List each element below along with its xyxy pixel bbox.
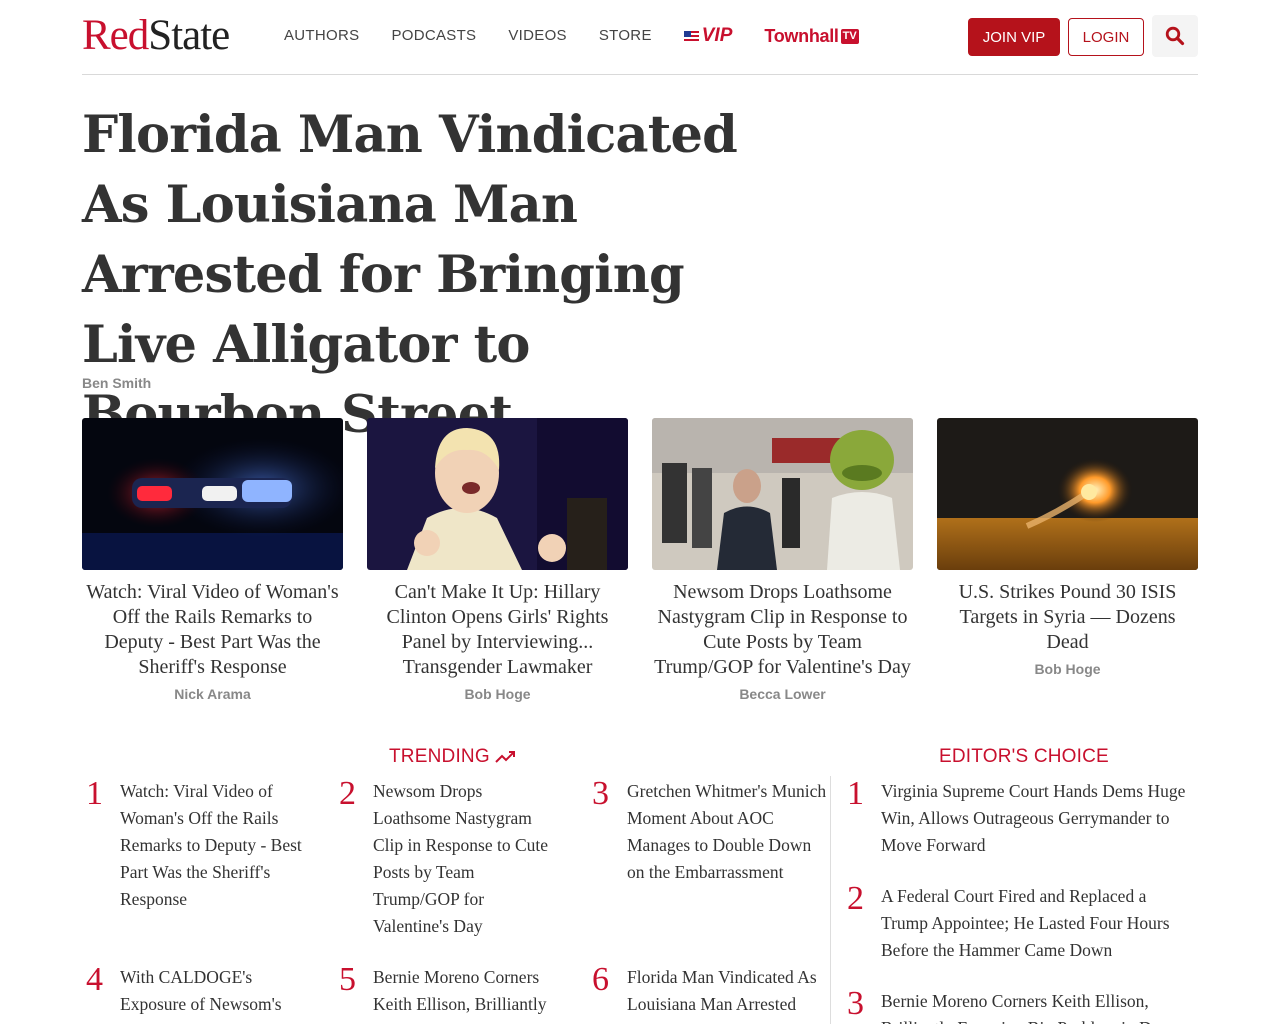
story-author[interactable]: Bob Hoge: [937, 661, 1198, 677]
story-author[interactable]: Becca Lower: [652, 686, 913, 702]
nav-store[interactable]: STORE: [599, 26, 652, 46]
tv-badge: TV: [840, 28, 859, 44]
editors-choice-link[interactable]: Virginia Supreme Court Hands Dems Huge W…: [881, 778, 1191, 859]
nav-vip[interactable]: VIP: [683, 25, 733, 46]
story-image-missile-launch[interactable]: [937, 418, 1198, 570]
vip-label: VIP: [701, 25, 733, 46]
join-vip-button[interactable]: JOIN VIP: [968, 18, 1060, 56]
trending-label: TRENDING: [389, 746, 490, 767]
trending-up-icon: [495, 751, 515, 763]
nav-videos[interactable]: VIDEOS: [508, 26, 566, 46]
story-card[interactable]: Newsom Drops Loathsome Nastygram Clip in…: [652, 418, 913, 702]
trending-rank: 6: [592, 961, 609, 998]
nav-townhall-tv[interactable]: Townhall TV: [764, 26, 859, 46]
story-card[interactable]: U.S. Strikes Pound 30 ISIS Targets in Sy…: [937, 418, 1198, 677]
editors-choice-label: EDITOR'S CHOICE: [939, 746, 1109, 767]
story-card[interactable]: Watch: Viral Video of Woman's Off the Ra…: [82, 418, 343, 702]
nav-podcasts[interactable]: PODCASTS: [391, 26, 476, 46]
column-divider: [830, 776, 831, 1024]
trending-rank: 5: [339, 961, 356, 998]
search-icon: [1165, 26, 1185, 46]
logo-red-part: Red: [82, 12, 149, 59]
story-image-police-lights[interactable]: [82, 418, 343, 570]
article-title: Florida Man Vindicated As Louisiana Man …: [82, 105, 738, 445]
trending-link[interactable]: With CALDOGE's Exposure of Newsom's Corr…: [120, 964, 300, 1024]
story-image-newsom-shrek[interactable]: [652, 418, 913, 570]
article-author[interactable]: Ben Smith: [82, 375, 151, 391]
site-logo[interactable]: RedState: [82, 12, 230, 59]
editors-choice-link[interactable]: Bernie Moreno Corners Keith Ellison, Bri…: [881, 988, 1191, 1024]
editors-choice-link[interactable]: A Federal Court Fired and Replaced a Tru…: [881, 883, 1191, 964]
townhall-label: Townhall: [764, 26, 839, 46]
logo-dark-part: State: [148, 12, 230, 59]
trending-link[interactable]: Florida Man Vindicated As Louisiana Man …: [627, 964, 817, 1024]
trending-link[interactable]: Bernie Moreno Corners Keith Ellison, Bri…: [373, 964, 563, 1024]
trending-link[interactable]: Newsom Drops Loathsome Nastygram Clip in…: [373, 778, 563, 940]
editors-choice-rank: 1: [847, 775, 864, 812]
editors-choice-rank: 2: [847, 880, 864, 917]
nav-authors[interactable]: AUTHORS: [284, 26, 359, 46]
search-button[interactable]: [1152, 15, 1198, 57]
story-card[interactable]: Can't Make It Up: Hillary Clinton Opens …: [367, 418, 628, 702]
us-flag-icon: [683, 30, 699, 42]
story-title[interactable]: Can't Make It Up: Hillary Clinton Opens …: [367, 580, 628, 680]
story-title[interactable]: U.S. Strikes Pound 30 ISIS Targets in Sy…: [937, 580, 1198, 655]
story-author[interactable]: Bob Hoge: [367, 686, 628, 702]
editors-choice-heading: EDITOR'S CHOICE: [939, 746, 1109, 768]
story-title[interactable]: Watch: Viral Video of Woman's Off the Ra…: [82, 580, 343, 680]
trending-heading: TRENDING: [389, 746, 517, 768]
trending-link[interactable]: Gretchen Whitmer's Munich Moment About A…: [627, 778, 827, 886]
trending-rank: 1: [86, 775, 103, 812]
trending-rank: 4: [86, 961, 103, 998]
editors-choice-rank: 3: [847, 985, 864, 1022]
story-author[interactable]: Nick Arama: [82, 686, 343, 702]
trending-link[interactable]: Watch: Viral Video of Woman's Off the Ra…: [120, 778, 318, 913]
main-nav: AUTHORS PODCASTS VIDEOS STORE VIP Townha…: [284, 26, 859, 46]
trending-rank: 2: [339, 775, 356, 812]
login-button[interactable]: LOGIN: [1068, 18, 1144, 56]
trending-rank: 3: [592, 775, 609, 812]
story-image-hillary-clinton[interactable]: [367, 418, 628, 570]
story-title[interactable]: Newsom Drops Loathsome Nastygram Clip in…: [652, 580, 913, 680]
site-header: RedState AUTHORS PODCASTS VIDEOS STORE V…: [82, 0, 1198, 75]
